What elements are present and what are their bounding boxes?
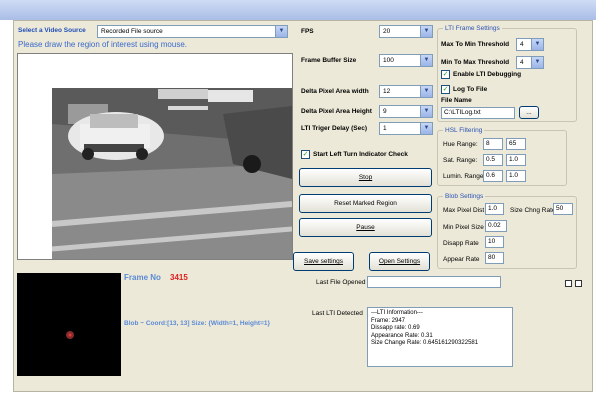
chevron-down-icon[interactable]: ▼ bbox=[275, 26, 287, 37]
last-lti-detected-label: Last LTI Detected bbox=[312, 310, 363, 317]
hue-range-label: Hue Range: bbox=[443, 141, 478, 148]
size-chng-rate-label: Size Chng Rate bbox=[510, 207, 556, 214]
disapp-rate-input[interactable]: 10 bbox=[485, 236, 504, 248]
video-source-label: Select a Video Source bbox=[18, 27, 86, 34]
delta-width-value: 12 bbox=[383, 88, 391, 95]
frame-no-label: Frame No bbox=[124, 273, 161, 282]
chevron-down-icon[interactable]: ▼ bbox=[531, 57, 543, 68]
chevron-down-icon[interactable]: ▼ bbox=[420, 86, 432, 97]
title-bar bbox=[0, 0, 596, 20]
enable-debug-checkbox[interactable]: ✓ bbox=[441, 70, 450, 79]
hue-max-input[interactable]: 65 bbox=[506, 138, 526, 150]
lumin-range-label: Lumin. Range bbox=[443, 173, 484, 180]
blob-info-text: Blob ~ Coord:[13, 13] Size: {Width=1, He… bbox=[124, 320, 271, 327]
pause-button[interactable]: Pause bbox=[299, 218, 432, 237]
size-chng-rate-input[interactable]: 50 bbox=[553, 203, 573, 215]
blob-settings-title: Blob Settings bbox=[443, 192, 486, 201]
max-to-min-label: Max To Min Threshold bbox=[441, 41, 510, 48]
appear-rate-input[interactable]: 80 bbox=[485, 252, 504, 264]
video-source-value: Recorded File source bbox=[101, 28, 163, 35]
delta-width-label: Delta Pixel Area width bbox=[301, 88, 369, 95]
stop-button[interactable]: Stop bbox=[299, 168, 432, 187]
last-file-opened-label: Last File Opened bbox=[316, 279, 366, 286]
indicator-box-1 bbox=[565, 280, 572, 287]
lti-delay-select[interactable]: 1 ▼ bbox=[379, 122, 433, 135]
chevron-down-icon[interactable]: ▼ bbox=[420, 106, 432, 117]
min-pixel-size-input[interactable]: 0.02 bbox=[485, 220, 507, 232]
min-pixel-size-label: Min Pixel Size bbox=[443, 224, 484, 231]
chevron-down-icon[interactable]: ▼ bbox=[531, 39, 543, 50]
min-to-max-label: Min To Max Threshold bbox=[441, 59, 510, 66]
fps-value: 20 bbox=[383, 28, 391, 35]
reset-marked-region-button[interactable]: Reset Marked Region bbox=[299, 194, 432, 213]
start-check-checkbox[interactable]: ✓ bbox=[301, 150, 310, 159]
fps-label: FPS bbox=[301, 28, 314, 35]
delta-height-select[interactable]: 9 ▼ bbox=[379, 105, 433, 118]
delta-width-select[interactable]: 12 ▼ bbox=[379, 85, 433, 98]
open-button-label: Open Settings bbox=[378, 258, 421, 265]
chevron-down-icon[interactable]: ▼ bbox=[420, 123, 432, 134]
hsl-filtering-title: HSL Filtering bbox=[443, 126, 485, 135]
chevron-down-icon[interactable]: ▼ bbox=[420, 55, 432, 66]
lti-delay-label: LTI Triger Delay (Sec) bbox=[301, 125, 367, 132]
video-frame-image bbox=[18, 54, 293, 259]
frame-buffer-label: Frame Buffer Size bbox=[301, 57, 357, 64]
instruction-text: Please draw the region of interest using… bbox=[18, 40, 187, 49]
file-name-input[interactable]: C:\LTILog.txt bbox=[441, 107, 515, 119]
reset-button-label: Reset Marked Region bbox=[334, 200, 397, 207]
lti-delay-value: 1 bbox=[383, 125, 387, 132]
start-check-label: Start Left Turn Indicator Check bbox=[313, 151, 408, 158]
lti-frame-settings-title: LTI Frame Settings bbox=[443, 24, 502, 33]
delta-height-label: Delta Pixel Area Height bbox=[301, 108, 372, 115]
blob-preview-image bbox=[66, 331, 74, 339]
frame-no-value: 3415 bbox=[170, 273, 188, 282]
disapp-rate-label: Disapp Rate bbox=[443, 240, 479, 247]
hue-min-input[interactable]: 8 bbox=[483, 138, 503, 150]
browse-button[interactable]: ... bbox=[519, 106, 539, 119]
last-file-opened-input[interactable] bbox=[367, 276, 501, 288]
delta-height-value: 9 bbox=[383, 108, 387, 115]
log-to-file-checkbox[interactable]: ✓ bbox=[441, 85, 450, 94]
min-to-max-select[interactable]: 4 ▼ bbox=[516, 56, 544, 69]
max-pixel-dist-label: Max Pixel Dist bbox=[443, 207, 485, 214]
video-display[interactable] bbox=[17, 53, 293, 260]
max-to-min-select[interactable]: 4 ▼ bbox=[516, 38, 544, 51]
open-settings-button[interactable]: Open Settings bbox=[369, 252, 430, 271]
sat-range-label: Sat. Range: bbox=[443, 157, 478, 164]
frame-buffer-value: 100 bbox=[383, 57, 394, 64]
pause-button-label: Pause bbox=[356, 224, 375, 231]
lumin-max-input[interactable]: 1.0 bbox=[506, 170, 526, 182]
frame-buffer-select[interactable]: 100 ▼ bbox=[379, 54, 433, 67]
stop-button-label: Stop bbox=[358, 174, 373, 181]
blob-preview bbox=[17, 273, 121, 376]
sat-max-input[interactable]: 1.0 bbox=[506, 154, 526, 166]
lti-info-log[interactable]: ---LTI Information--- Frame: 2947 Dissap… bbox=[367, 307, 513, 367]
min-to-max-value: 4 bbox=[520, 59, 524, 66]
sat-min-input[interactable]: 0.5 bbox=[483, 154, 503, 166]
chevron-down-icon[interactable]: ▼ bbox=[420, 26, 432, 37]
enable-debug-label: Enable LTI Debugging bbox=[453, 71, 522, 78]
video-source-select[interactable]: Recorded File source ▼ bbox=[97, 25, 288, 38]
save-settings-button[interactable]: Save settings bbox=[293, 252, 354, 271]
fps-select[interactable]: 20 ▼ bbox=[379, 25, 433, 38]
indicator-box-2 bbox=[575, 280, 582, 287]
file-name-label: File Name bbox=[441, 97, 472, 104]
max-pixel-dist-input[interactable]: 1.0 bbox=[485, 203, 504, 215]
appear-rate-label: Appear Rate bbox=[443, 256, 480, 263]
log-to-file-label: Log To File bbox=[453, 86, 488, 93]
max-to-min-value: 4 bbox=[520, 41, 524, 48]
lumin-min-input[interactable]: 0.6 bbox=[483, 170, 503, 182]
save-button-label: Save settings bbox=[303, 258, 344, 265]
